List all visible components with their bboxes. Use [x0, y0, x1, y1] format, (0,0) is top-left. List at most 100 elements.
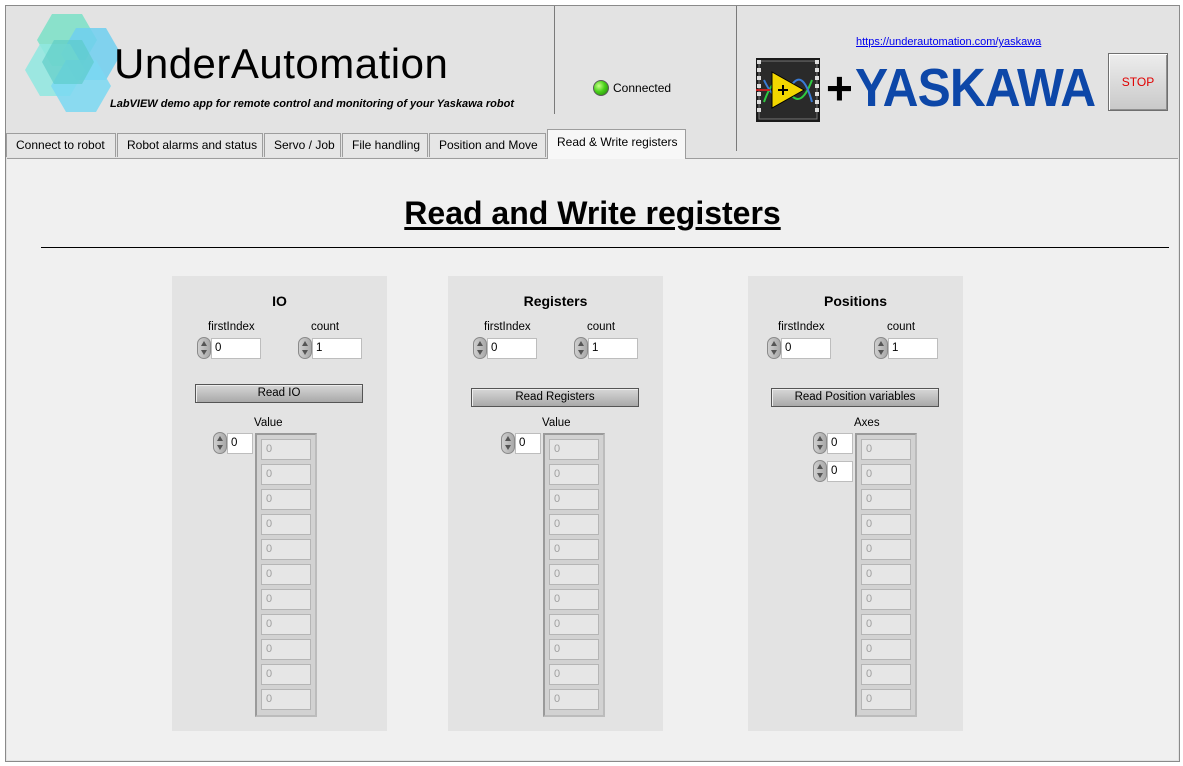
- tab-panel-read-write-registers: Read and Write registers IO firstIndex 0…: [7, 158, 1178, 760]
- array-cell[interactable]: 0: [261, 539, 311, 560]
- io-group-title: IO: [272, 293, 287, 309]
- array-cell[interactable]: 0: [549, 639, 599, 660]
- array-cell[interactable]: 0: [261, 689, 311, 710]
- brand-title: UnderAutomation: [114, 40, 449, 87]
- positions-first-index-control: 0: [767, 337, 831, 359]
- tab-connect-to-robot[interactable]: Connect to robot: [6, 133, 116, 157]
- io-first-index-label: firstIndex: [208, 321, 255, 333]
- positions-first-index-input[interactable]: 0: [781, 337, 831, 359]
- registers-group-title: Registers: [523, 293, 588, 309]
- underautomation-logo-icon: [25, 14, 120, 112]
- array-cell[interactable]: 0: [261, 489, 311, 510]
- array-cell[interactable]: 0: [549, 564, 599, 585]
- array-cell[interactable]: 0: [861, 489, 911, 510]
- array-cell[interactable]: 0: [261, 514, 311, 535]
- registers-count-input[interactable]: 1: [588, 337, 638, 359]
- array-cell[interactable]: 0: [261, 439, 311, 460]
- stop-button[interactable]: STOP: [1108, 53, 1168, 111]
- tab-label: Servo / Job: [274, 138, 335, 152]
- io-count-spinner[interactable]: [298, 337, 312, 359]
- registers-array-index-spinner[interactable]: [501, 432, 515, 454]
- array-cell[interactable]: 0: [261, 639, 311, 660]
- registers-array-index-control: 0: [501, 432, 541, 454]
- positions-count-input[interactable]: 1: [888, 337, 938, 359]
- connection-status-led-icon: [593, 80, 609, 96]
- positions-axes-array: 0 0 0 0 0 0 0 0 0 0 0: [855, 433, 917, 717]
- io-array-index-input[interactable]: 0: [227, 432, 253, 454]
- registers-count-control: 1: [574, 337, 638, 359]
- registers-array-index-input[interactable]: 0: [515, 432, 541, 454]
- io-array-index-spinner[interactable]: [213, 432, 227, 454]
- positions-array-row-index-spinner[interactable]: [813, 432, 827, 454]
- brand-subtitle: LabVIEW demo app for remote control and …: [110, 98, 514, 110]
- array-cell[interactable]: 0: [261, 464, 311, 485]
- tab-position-and-move[interactable]: Position and Move: [429, 133, 546, 157]
- array-cell[interactable]: 0: [261, 589, 311, 610]
- tab-read-write-registers[interactable]: Read & Write registers: [547, 129, 686, 159]
- array-cell[interactable]: 0: [549, 664, 599, 685]
- positions-first-index-label: firstIndex: [778, 321, 825, 333]
- array-cell[interactable]: 0: [861, 639, 911, 660]
- registers-count-label: count: [587, 321, 616, 333]
- array-cell[interactable]: 0: [861, 464, 911, 485]
- page-title: Read and Write registers: [404, 195, 781, 231]
- array-cell[interactable]: 0: [549, 464, 599, 485]
- array-cell[interactable]: 0: [549, 439, 599, 460]
- io-value-array: 0 0 0 0 0 0 0 0 0 0 0: [255, 433, 317, 717]
- positions-array-row-index-control: 0: [813, 432, 853, 454]
- header-divider-left: [554, 6, 555, 114]
- positions-count-control: 1: [874, 337, 938, 359]
- registers-first-index-input[interactable]: 0: [487, 337, 537, 359]
- positions-array-row-index-input[interactable]: 0: [827, 432, 853, 454]
- app-window: UnderAutomation LabVIEW demo app for rem…: [5, 5, 1180, 762]
- positions-array-col-index-input[interactable]: 0: [827, 460, 853, 482]
- array-cell[interactable]: 0: [261, 614, 311, 635]
- read-position-variables-button[interactable]: Read Position variables: [771, 388, 939, 407]
- array-cell[interactable]: 0: [549, 614, 599, 635]
- registers-array-label: Value: [542, 417, 571, 429]
- io-count-label: count: [311, 321, 340, 333]
- array-cell[interactable]: 0: [549, 689, 599, 710]
- positions-array-label: Axes: [854, 417, 880, 429]
- io-count-input[interactable]: 1: [312, 337, 362, 359]
- array-cell[interactable]: 0: [861, 664, 911, 685]
- array-cell[interactable]: 0: [549, 489, 599, 510]
- io-first-index-control: 0: [197, 337, 261, 359]
- registers-count-spinner[interactable]: [574, 337, 588, 359]
- tab-file-handling[interactable]: File handling: [342, 133, 428, 157]
- labview-logo-icon: [756, 58, 820, 122]
- array-cell[interactable]: 0: [861, 439, 911, 460]
- website-link[interactable]: https://underautomation.com/yaskawa: [856, 36, 1041, 48]
- read-io-button[interactable]: Read IO: [195, 384, 363, 403]
- heading-divider: [41, 247, 1169, 248]
- read-registers-button[interactable]: Read Registers: [471, 388, 639, 407]
- array-cell[interactable]: 0: [861, 564, 911, 585]
- array-cell[interactable]: 0: [861, 689, 911, 710]
- array-cell[interactable]: 0: [549, 514, 599, 535]
- positions-first-index-spinner[interactable]: [767, 337, 781, 359]
- registers-first-index-spinner[interactable]: [473, 337, 487, 359]
- positions-count-spinner[interactable]: [874, 337, 888, 359]
- positions-array-col-index-spinner[interactable]: [813, 460, 827, 482]
- yaskawa-wordmark: YASKAWA: [854, 58, 1096, 118]
- positions-group-title: Positions: [823, 293, 887, 309]
- array-cell[interactable]: 0: [861, 589, 911, 610]
- io-first-index-spinner[interactable]: [197, 337, 211, 359]
- positions-count-label: count: [887, 321, 916, 333]
- tab-label: Robot alarms and status: [127, 138, 258, 152]
- tab-label: Read & Write registers: [557, 135, 678, 149]
- positions-array-col-index-control: 0: [813, 460, 853, 482]
- io-array-index-control: 0: [213, 432, 253, 454]
- array-cell[interactable]: 0: [549, 589, 599, 610]
- array-cell[interactable]: 0: [861, 614, 911, 635]
- array-cell[interactable]: 0: [861, 539, 911, 560]
- io-first-index-input[interactable]: 0: [211, 337, 261, 359]
- array-cell[interactable]: 0: [861, 514, 911, 535]
- array-cell[interactable]: 0: [549, 539, 599, 560]
- array-cell[interactable]: 0: [261, 564, 311, 585]
- array-cell[interactable]: 0: [261, 664, 311, 685]
- tab-servo-job[interactable]: Servo / Job: [264, 133, 341, 157]
- tab-robot-alarms-and-status[interactable]: Robot alarms and status: [117, 133, 263, 157]
- registers-value-array: 0 0 0 0 0 0 0 0 0 0 0: [543, 433, 605, 717]
- positions-group: Positions firstIndex 0 count 1 Read Posi…: [748, 276, 963, 731]
